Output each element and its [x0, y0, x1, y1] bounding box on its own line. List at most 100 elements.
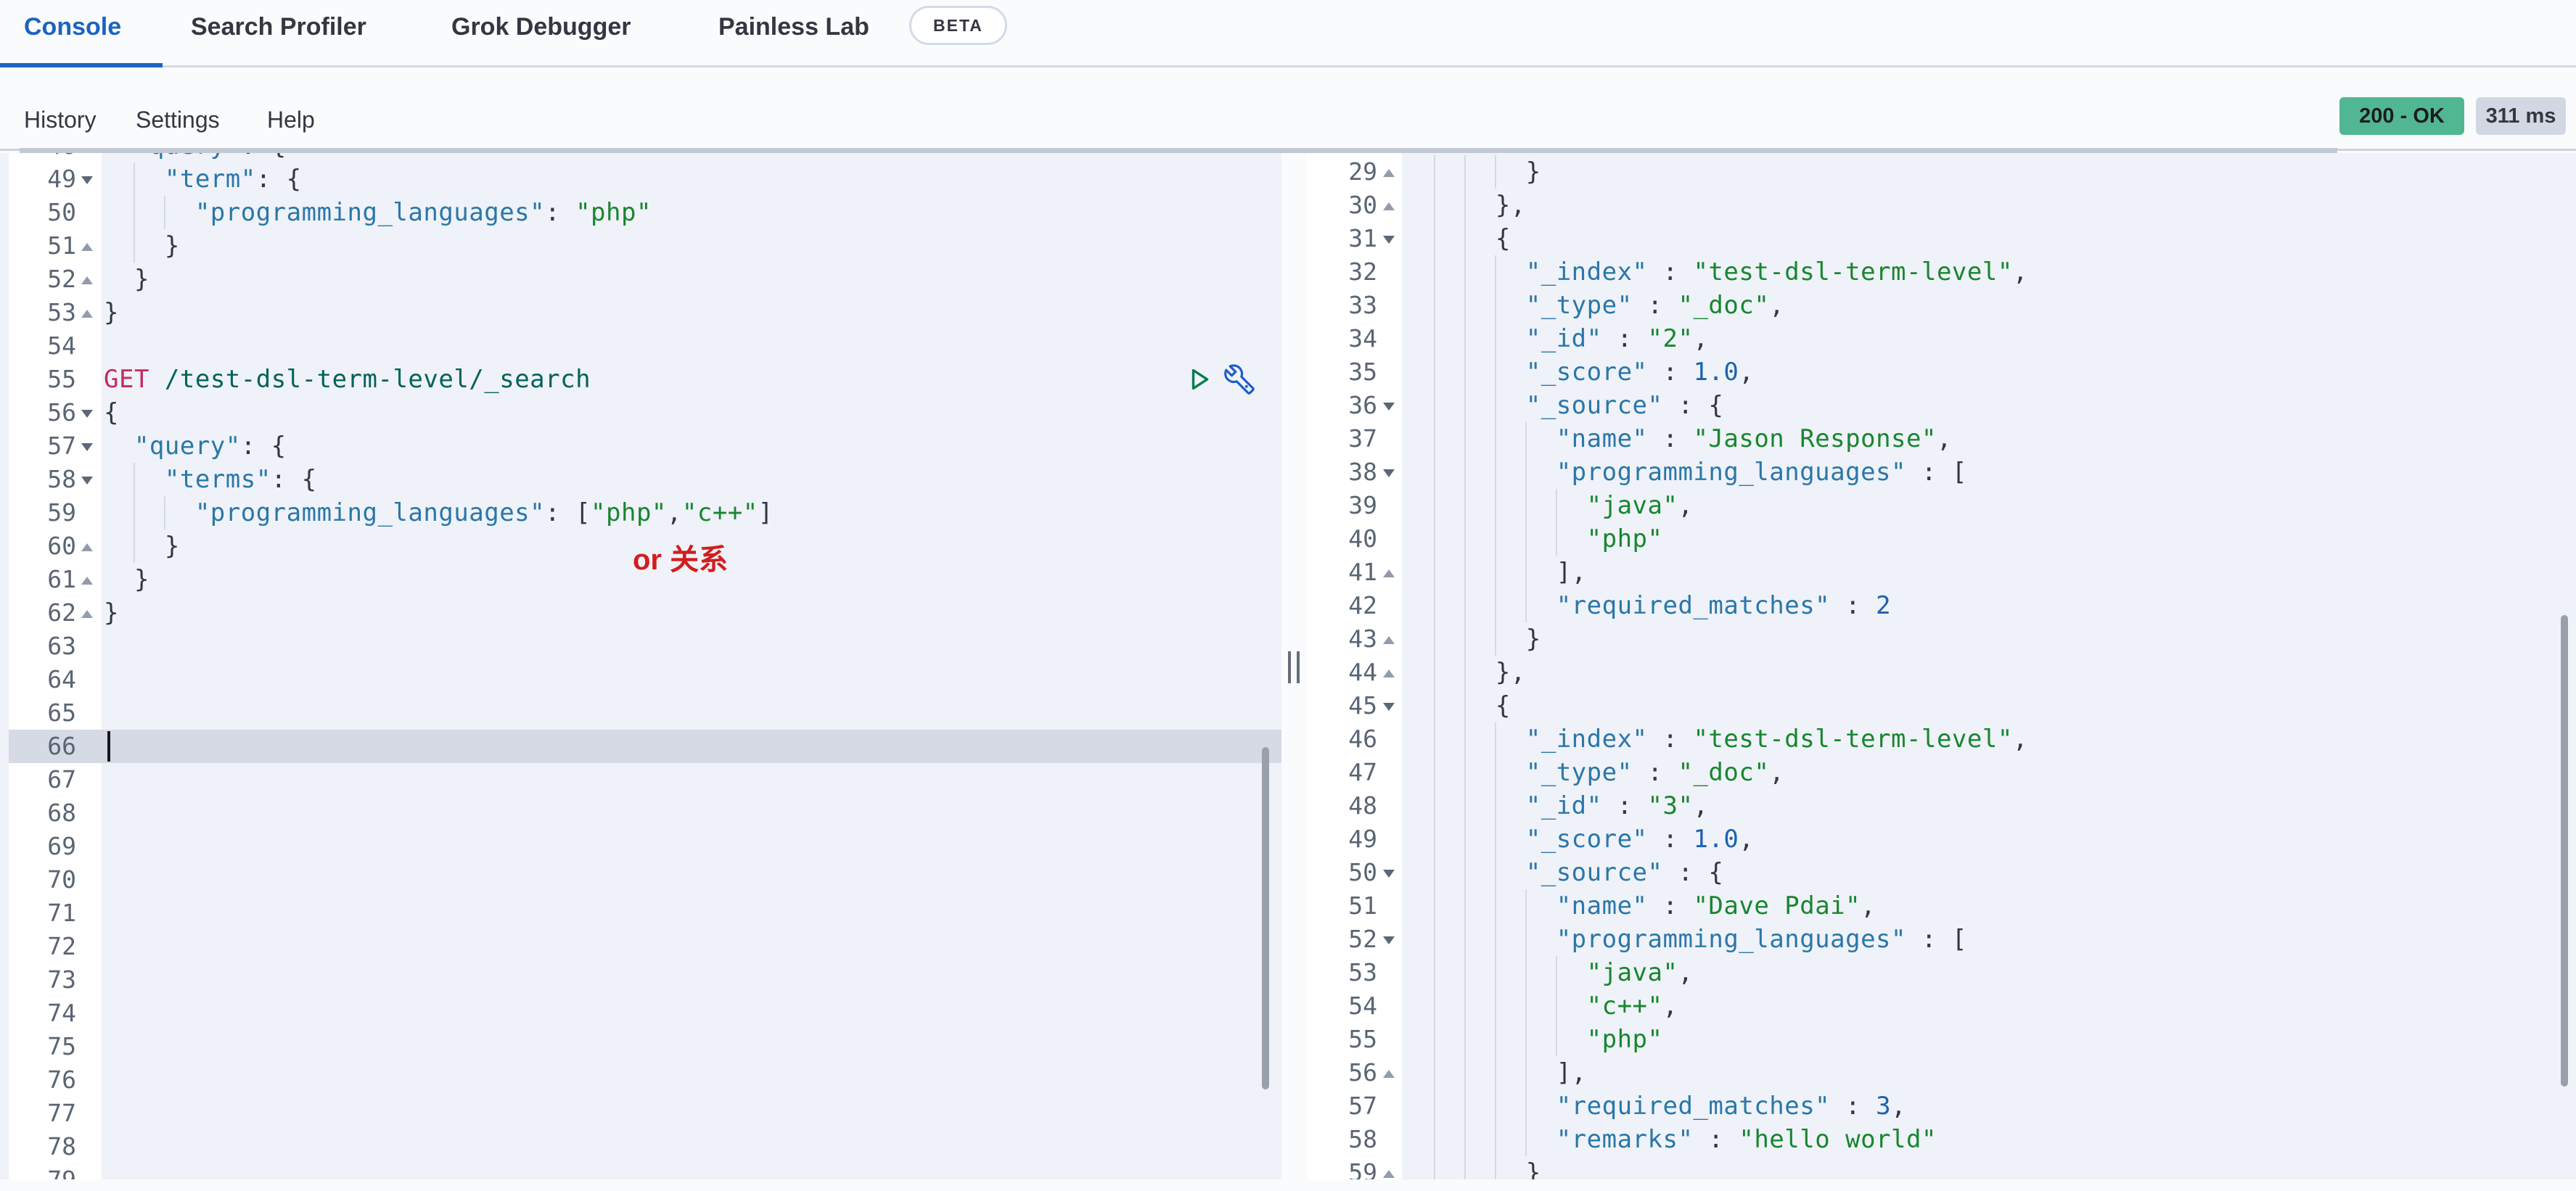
fold-close-icon[interactable]: [81, 610, 93, 618]
fold-open-icon[interactable]: [1383, 703, 1395, 711]
menu-history[interactable]: History: [24, 107, 97, 133]
send-request-button[interactable]: [1183, 364, 1215, 396]
code-line[interactable]: 76: [0, 1063, 1281, 1097]
code-line[interactable]: 32"_index" : "test-dsl-term-level",: [1306, 255, 2576, 289]
response-viewer[interactable]: 29}30},31{32"_index" : "test-dsl-term-le…: [1306, 153, 2576, 1191]
fold-close-icon[interactable]: [1383, 1070, 1395, 1078]
code-line[interactable]: 50"programming_languages": "php": [0, 196, 1281, 229]
fold-close-icon[interactable]: [81, 577, 93, 585]
fold-close-icon[interactable]: [1383, 169, 1395, 177]
code-line[interactable]: 31{: [1306, 222, 2576, 255]
code-line[interactable]: 63: [0, 630, 1281, 663]
code-line[interactable]: 53}: [0, 296, 1281, 329]
code-line[interactable]: 48"_id" : "3",: [1306, 789, 2576, 823]
code-line[interactable]: 57"query": {: [0, 429, 1281, 463]
code-line[interactable]: 30},: [1306, 189, 2576, 222]
fold-open-icon[interactable]: [81, 176, 93, 184]
fold-open-icon[interactable]: [1383, 936, 1395, 944]
code-line[interactable]: 45{: [1306, 689, 2576, 722]
line-number: 49: [0, 162, 76, 196]
response-viewer-scrollbar[interactable]: [2561, 615, 2568, 1087]
code-line[interactable]: 68: [0, 796, 1281, 830]
code-line[interactable]: 40"php": [1306, 522, 2576, 556]
fold-close-icon[interactable]: [1383, 669, 1395, 677]
code-line[interactable]: 52"programming_languages" : [: [1306, 923, 2576, 956]
code-line[interactable]: 75: [0, 1030, 1281, 1063]
code-line[interactable]: 47"_type" : "_doc",: [1306, 756, 2576, 789]
indent-guide: [1434, 689, 1435, 722]
fold-close-icon[interactable]: [1383, 1170, 1395, 1178]
code-line[interactable]: 56],: [1306, 1056, 2576, 1089]
fold-close-icon[interactable]: [81, 310, 93, 318]
code-line[interactable]: 33"_type" : "_doc",: [1306, 289, 2576, 322]
fold-open-icon[interactable]: [81, 410, 93, 418]
menu-settings[interactable]: Settings: [136, 107, 220, 133]
fold-open-icon[interactable]: [1383, 469, 1395, 477]
code-line[interactable]: 57"required_matches" : 3,: [1306, 1089, 2576, 1123]
code-line[interactable]: 70: [0, 863, 1281, 897]
menu-help[interactable]: Help: [267, 107, 315, 133]
fold-open-icon[interactable]: [1383, 870, 1395, 878]
code-line[interactable]: 51"name" : "Dave Pdai",: [1306, 889, 2576, 923]
fold-open-icon[interactable]: [1383, 236, 1395, 244]
code-line[interactable]: 49"term": {: [0, 162, 1281, 196]
code-line[interactable]: 36"_source" : {: [1306, 389, 2576, 422]
code-line[interactable]: 71: [0, 897, 1281, 930]
code-line[interactable]: 55"php": [1306, 1023, 2576, 1056]
code-line[interactable]: 46"_index" : "test-dsl-term-level",: [1306, 722, 2576, 756]
code-line[interactable]: 67: [0, 763, 1281, 796]
code-line[interactable]: 73: [0, 963, 1281, 997]
code-line[interactable]: 59"programming_languages": ["php","c++"]: [0, 496, 1281, 529]
code-line[interactable]: 39"java",: [1306, 489, 2576, 522]
code-line[interactable]: 52}: [0, 263, 1281, 296]
fold-open-icon[interactable]: [81, 443, 93, 451]
code-line[interactable]: 35"_score" : 1.0,: [1306, 355, 2576, 389]
code-line[interactable]: 55GET /test-dsl-term-level/_search: [0, 363, 1281, 396]
fold-close-icon[interactable]: [81, 276, 93, 284]
code-line[interactable]: 66: [0, 730, 1281, 763]
request-editor-scrollbar[interactable]: [1262, 747, 1269, 1089]
code-line[interactable]: 43}: [1306, 622, 2576, 656]
code-line[interactable]: 50"_source" : {: [1306, 856, 2576, 889]
fold-close-icon[interactable]: [1383, 636, 1395, 644]
code-line[interactable]: 42"required_matches" : 2: [1306, 589, 2576, 622]
code-line[interactable]: 62}: [0, 596, 1281, 630]
code-line[interactable]: 37"name" : "Jason Response",: [1306, 422, 2576, 456]
code-line[interactable]: 44},: [1306, 656, 2576, 689]
code-line[interactable]: 53"java",: [1306, 956, 2576, 989]
code-line[interactable]: 48"query": {: [0, 153, 1281, 162]
code-token: "_id": [1526, 324, 1602, 353]
fold-open-icon[interactable]: [1383, 403, 1395, 411]
resize-handle[interactable]: [1288, 651, 1300, 683]
code-line[interactable]: 69: [0, 830, 1281, 863]
fold-close-icon[interactable]: [81, 243, 93, 251]
code-line[interactable]: 54: [0, 329, 1281, 363]
tab-grok-debugger[interactable]: Grok Debugger: [451, 13, 631, 41]
code-line[interactable]: 41],: [1306, 556, 2576, 589]
tab-painless-lab[interactable]: Painless Lab: [718, 13, 869, 41]
code-token: "name": [1556, 424, 1648, 453]
code-line[interactable]: 29}: [1306, 155, 2576, 189]
code-line[interactable]: 78: [0, 1130, 1281, 1163]
code-line[interactable]: 77: [0, 1097, 1281, 1130]
code-line[interactable]: 58"remarks" : "hello world": [1306, 1123, 2576, 1156]
code-line[interactable]: 72: [0, 930, 1281, 963]
code-line[interactable]: 65: [0, 696, 1281, 730]
code-line[interactable]: 54"c++",: [1306, 989, 2576, 1023]
code-line[interactable]: 51}: [0, 229, 1281, 263]
fold-close-icon[interactable]: [1383, 569, 1395, 577]
code-line[interactable]: 58"terms": {: [0, 463, 1281, 496]
tab-console[interactable]: Console: [24, 13, 121, 41]
code-line[interactable]: 56{: [0, 396, 1281, 429]
tab-search-profiler[interactable]: Search Profiler: [191, 13, 366, 41]
fold-close-icon[interactable]: [1383, 202, 1395, 210]
code-line[interactable]: 49"_score" : 1.0,: [1306, 823, 2576, 856]
code-line[interactable]: 38"programming_languages" : [: [1306, 456, 2576, 489]
request-options-button[interactable]: [1223, 364, 1255, 396]
code-line[interactable]: 64: [0, 663, 1281, 696]
code-line[interactable]: 74: [0, 997, 1281, 1030]
request-editor[interactable]: 48"query": {49"term": {50"programming_la…: [0, 153, 1281, 1191]
code-line[interactable]: 34"_id" : "2",: [1306, 322, 2576, 355]
fold-open-icon[interactable]: [81, 477, 93, 485]
fold-close-icon[interactable]: [81, 543, 93, 551]
